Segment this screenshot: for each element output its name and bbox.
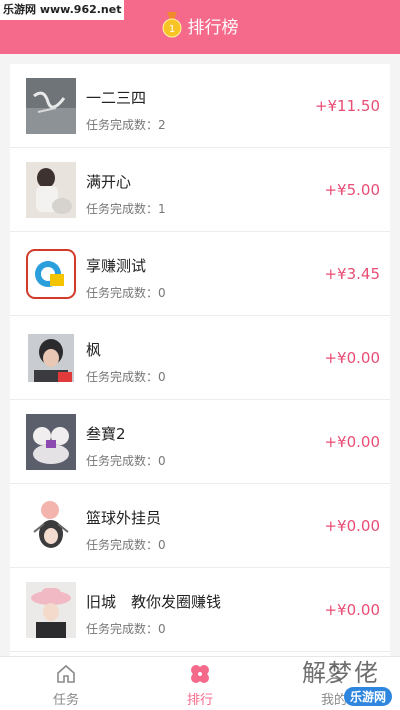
page-title: 排行榜 — [187, 17, 239, 38]
user-name: 享赚测试 — [86, 257, 147, 275]
avatar — [26, 246, 76, 302]
watermark-site-text: 乐游网 — [343, 687, 392, 706]
task-count: 任务完成数：0 — [86, 454, 166, 468]
earned-amount: +¥0.00 — [324, 433, 380, 451]
list-item[interactable]: 一二三四 任务完成数：2 +¥11.50 — [10, 64, 390, 148]
earned-amount: +¥0.00 — [324, 349, 380, 367]
tab-ranking[interactable]: 排行 — [160, 663, 240, 708]
watermark-bottom: 解梦佬 乐游网 — [230, 648, 400, 710]
svg-text:1: 1 — [168, 24, 174, 35]
list-item[interactable]: 旧城 教你发圈赚钱 任务完成数：0 +¥0.00 — [10, 568, 390, 652]
task-count: 任务完成数：0 — [86, 538, 166, 552]
watermark-top: 乐游网 www.962.net — [0, 0, 125, 20]
watermark-logo-text: 解梦佬 — [302, 659, 380, 687]
avatar — [26, 330, 76, 386]
avatar — [26, 414, 76, 470]
list-item[interactable]: 满开心 任务完成数：1 +¥5.00 — [10, 148, 390, 232]
user-name: 满开心 — [86, 173, 132, 191]
tab-ranking-label: 排行 — [186, 693, 213, 708]
task-count: 任务完成数：0 — [86, 286, 166, 300]
list-item[interactable]: 篮球外挂员 任务完成数：0 +¥0.00 — [10, 484, 390, 568]
gold-medal-icon: 1 — [162, 12, 182, 38]
list-item[interactable]: 叁寶2 任务完成数：0 +¥0.00 — [10, 400, 390, 484]
earned-amount: +¥0.00 — [324, 601, 380, 619]
earned-amount: +¥5.00 — [324, 181, 380, 199]
avatar — [26, 498, 76, 554]
task-count: 任务完成数：0 — [86, 370, 166, 384]
user-name: 一二三四 — [86, 89, 147, 107]
tab-tasks[interactable]: 任务 — [26, 663, 106, 708]
avatar — [26, 162, 76, 218]
task-count: 任务完成数：0 — [86, 622, 166, 636]
user-name: 枫 — [86, 341, 102, 359]
user-name: 叁寶2 — [86, 425, 126, 443]
bottom-tab-bar: 任务 排行 我的 解梦佬 乐游网 — [0, 656, 400, 710]
list-item[interactable]: 枫 任务完成数：0 +¥0.00 — [10, 316, 390, 400]
task-count: 任务完成数：1 — [86, 202, 166, 216]
earned-amount: +¥3.45 — [324, 265, 380, 283]
avatar — [26, 78, 76, 134]
tab-tasks-label: 任务 — [52, 693, 79, 708]
user-name: 旧城 教你发圈赚钱 — [86, 593, 222, 611]
list-item[interactable]: 享赚测试 任务完成数：0 +¥3.45 — [10, 232, 390, 316]
avatar — [26, 582, 76, 638]
ranking-list: 一二三四 任务完成数：2 +¥11.50 满开心 任务完成数：1 +¥5.00 … — [10, 64, 390, 656]
flower-icon — [189, 663, 211, 685]
user-name: 篮球外挂员 — [86, 509, 162, 527]
earned-amount: +¥11.50 — [314, 97, 380, 115]
task-count: 任务完成数：2 — [86, 118, 166, 132]
home-icon — [55, 663, 77, 685]
earned-amount: +¥0.00 — [324, 517, 380, 535]
